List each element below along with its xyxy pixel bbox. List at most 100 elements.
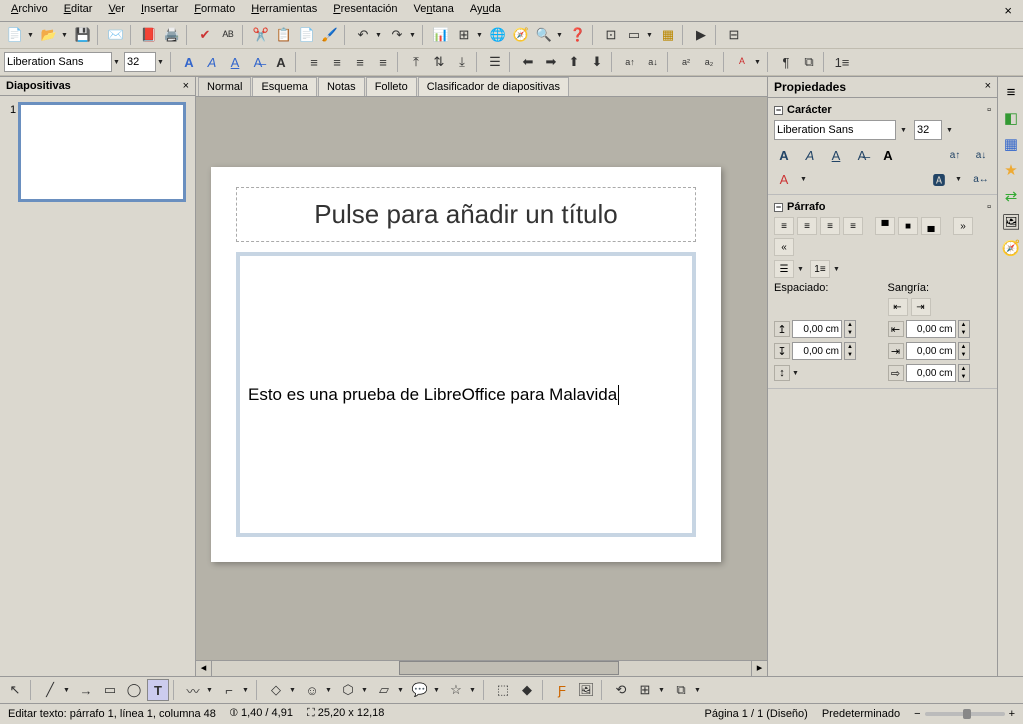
tab-esquema[interactable]: Esquema (252, 77, 316, 96)
connector-dropdown[interactable]: ▼ (242, 687, 252, 694)
slide-dropdown[interactable]: ▼ (646, 32, 656, 39)
horizontal-scrollbar[interactable]: ◂ ▸ (196, 660, 767, 676)
content-textbox[interactable]: Esto es una prueba de LibreOffice para M… (236, 252, 696, 537)
align-tool[interactable]: ⊞ (634, 679, 656, 701)
demote-button[interactable]: ➡ (540, 51, 562, 73)
indent-right-button[interactable]: ⇥ (911, 298, 931, 316)
help-button[interactable]: ❓ (567, 24, 589, 46)
props-fontcolor-dropdown[interactable]: ▼ (800, 170, 810, 188)
props-super-button[interactable]: a↑ (945, 146, 965, 164)
p-center-button[interactable]: ≡ (797, 217, 817, 235)
layout-button[interactable]: ▦ (657, 24, 679, 46)
title-placeholder[interactable]: Pulse para añadir un título (236, 187, 696, 242)
spell-button[interactable]: ✔ (194, 24, 216, 46)
p-left-button[interactable]: ≡ (774, 217, 794, 235)
flow-tool[interactable]: ▱ (373, 679, 395, 701)
space-below-spinner[interactable]: ↧▲▼ (774, 342, 878, 360)
save-button[interactable]: 💾 (72, 24, 94, 46)
slide-canvas[interactable]: Pulse para añadir un título Esto es una … (196, 97, 767, 660)
slides-panel-close-icon[interactable]: × (183, 80, 189, 92)
glue-tool[interactable]: ◆ (516, 679, 538, 701)
props-strike-button[interactable]: A̶ (852, 146, 872, 164)
redo-dropdown[interactable]: ▼ (409, 32, 419, 39)
menu-presentacion[interactable]: Presentación (328, 2, 402, 19)
print-button[interactable]: 🖨️ (161, 24, 183, 46)
decrease-font-button[interactable]: a↓ (642, 51, 664, 73)
rect-tool[interactable]: ▭ (99, 679, 121, 701)
p-just-button[interactable]: ≡ (843, 217, 863, 235)
bullets-button[interactable]: ☰ (484, 51, 506, 73)
indent-after-spinner[interactable]: ⇥▲▼ (888, 342, 992, 360)
zoom-in-icon[interactable]: + (1009, 708, 1015, 720)
menu-formato[interactable]: Formato (189, 2, 240, 19)
presentation-button[interactable]: ▶ (690, 24, 712, 46)
callout-dropdown[interactable]: ▼ (433, 687, 443, 694)
shapes-tool[interactable]: ◇ (265, 679, 287, 701)
connector-tool[interactable]: ⌐ (218, 679, 240, 701)
properties-close-icon[interactable]: × (985, 80, 991, 94)
open-button[interactable]: 📂 (38, 24, 60, 46)
props-italic-button[interactable]: A (800, 146, 820, 164)
props-size-combo[interactable] (914, 120, 942, 140)
block-dropdown[interactable]: ▼ (361, 687, 371, 694)
autospell-button[interactable]: ᴬᴮ (217, 24, 239, 46)
p-mid-button[interactable]: ■ (898, 217, 918, 235)
indent-before-spinner[interactable]: ⇤▲▼ (888, 320, 992, 338)
strikethrough-button[interactable]: A̶ (247, 51, 269, 73)
arrange-dropdown[interactable]: ▼ (694, 687, 704, 694)
sidebar-menu-icon[interactable]: ≡ (1000, 81, 1022, 103)
slide-thumbnail-1[interactable] (18, 102, 186, 202)
numbering-button[interactable]: 1≡ (831, 51, 853, 73)
font-name-dropdown[interactable]: ▼ (113, 59, 123, 66)
promote-button[interactable]: ⬅ (517, 51, 539, 73)
extra-button[interactable]: ⊟ (723, 24, 745, 46)
space-above-spinner[interactable]: ↥▲▼ (774, 320, 878, 338)
subscript-button[interactable]: a₂ (698, 51, 720, 73)
parrafo-more-icon[interactable]: ▫ (987, 201, 991, 213)
redo-button[interactable]: ↷ (386, 24, 408, 46)
new-dropdown[interactable]: ▼ (27, 32, 37, 39)
grid-button[interactable]: ⊡ (600, 24, 622, 46)
callout-tool[interactable]: 💬 (409, 679, 431, 701)
p-bot-button[interactable]: ▄ (921, 217, 941, 235)
symbol-dropdown[interactable]: ▼ (325, 687, 335, 694)
chart-button[interactable]: 📊 (430, 24, 452, 46)
shadow-button[interactable]: A (270, 51, 292, 73)
curve-tool[interactable]: 〰 (182, 679, 204, 701)
line-tool[interactable]: ╱ (39, 679, 61, 701)
curve-dropdown[interactable]: ▼ (206, 687, 216, 694)
props-highlight-button[interactable]: 🅰 (929, 170, 949, 188)
undo-button[interactable]: ↶ (352, 24, 374, 46)
props-font-combo[interactable] (774, 120, 896, 140)
star-tool[interactable]: ☆ (445, 679, 467, 701)
menu-editar[interactable]: Editar (59, 2, 98, 19)
table-button[interactable]: ⊞ (453, 24, 475, 46)
collapse-parrafo-icon[interactable]: − (774, 203, 783, 212)
star-dropdown[interactable]: ▼ (469, 687, 479, 694)
hyperlink-button[interactable]: 🌐 (487, 24, 509, 46)
p-inc-button[interactable]: » (953, 217, 973, 235)
open-dropdown[interactable]: ▼ (61, 32, 71, 39)
flow-dropdown[interactable]: ▼ (397, 687, 407, 694)
sidebar-properties-icon[interactable]: ◧ (1000, 107, 1022, 129)
slide-button[interactable]: ▭ (623, 24, 645, 46)
menu-ventana[interactable]: Ventana (409, 2, 459, 19)
select-tool[interactable]: ↖ (4, 679, 26, 701)
props-underline-button[interactable]: A (826, 146, 846, 164)
shapes-dropdown[interactable]: ▼ (289, 687, 299, 694)
props-spacing-button[interactable]: a↔ (971, 170, 991, 188)
firstline-spinner[interactable]: ⇨▲▼ (888, 364, 992, 382)
increase-font-button[interactable]: a↑ (619, 51, 641, 73)
props-font-dropdown[interactable]: ▼ (900, 127, 910, 134)
indent-left-button[interactable]: ⇤ (888, 298, 908, 316)
brush-button[interactable]: 🖌️ (319, 24, 341, 46)
arrow-tool[interactable]: → (75, 679, 97, 701)
p-bullets-button[interactable]: ☰ (774, 260, 794, 278)
sidebar-trans-icon[interactable]: ⇄ (1000, 185, 1022, 207)
new-button[interactable]: 📄 (4, 24, 26, 46)
table-dropdown[interactable]: ▼ (476, 32, 486, 39)
align-left-button[interactable]: ≡ (303, 51, 325, 73)
props-size-dropdown[interactable]: ▼ (946, 127, 956, 134)
sidebar-nav-icon[interactable]: 🧭 (1000, 237, 1022, 259)
collapse-caracter-icon[interactable]: − (774, 106, 783, 115)
